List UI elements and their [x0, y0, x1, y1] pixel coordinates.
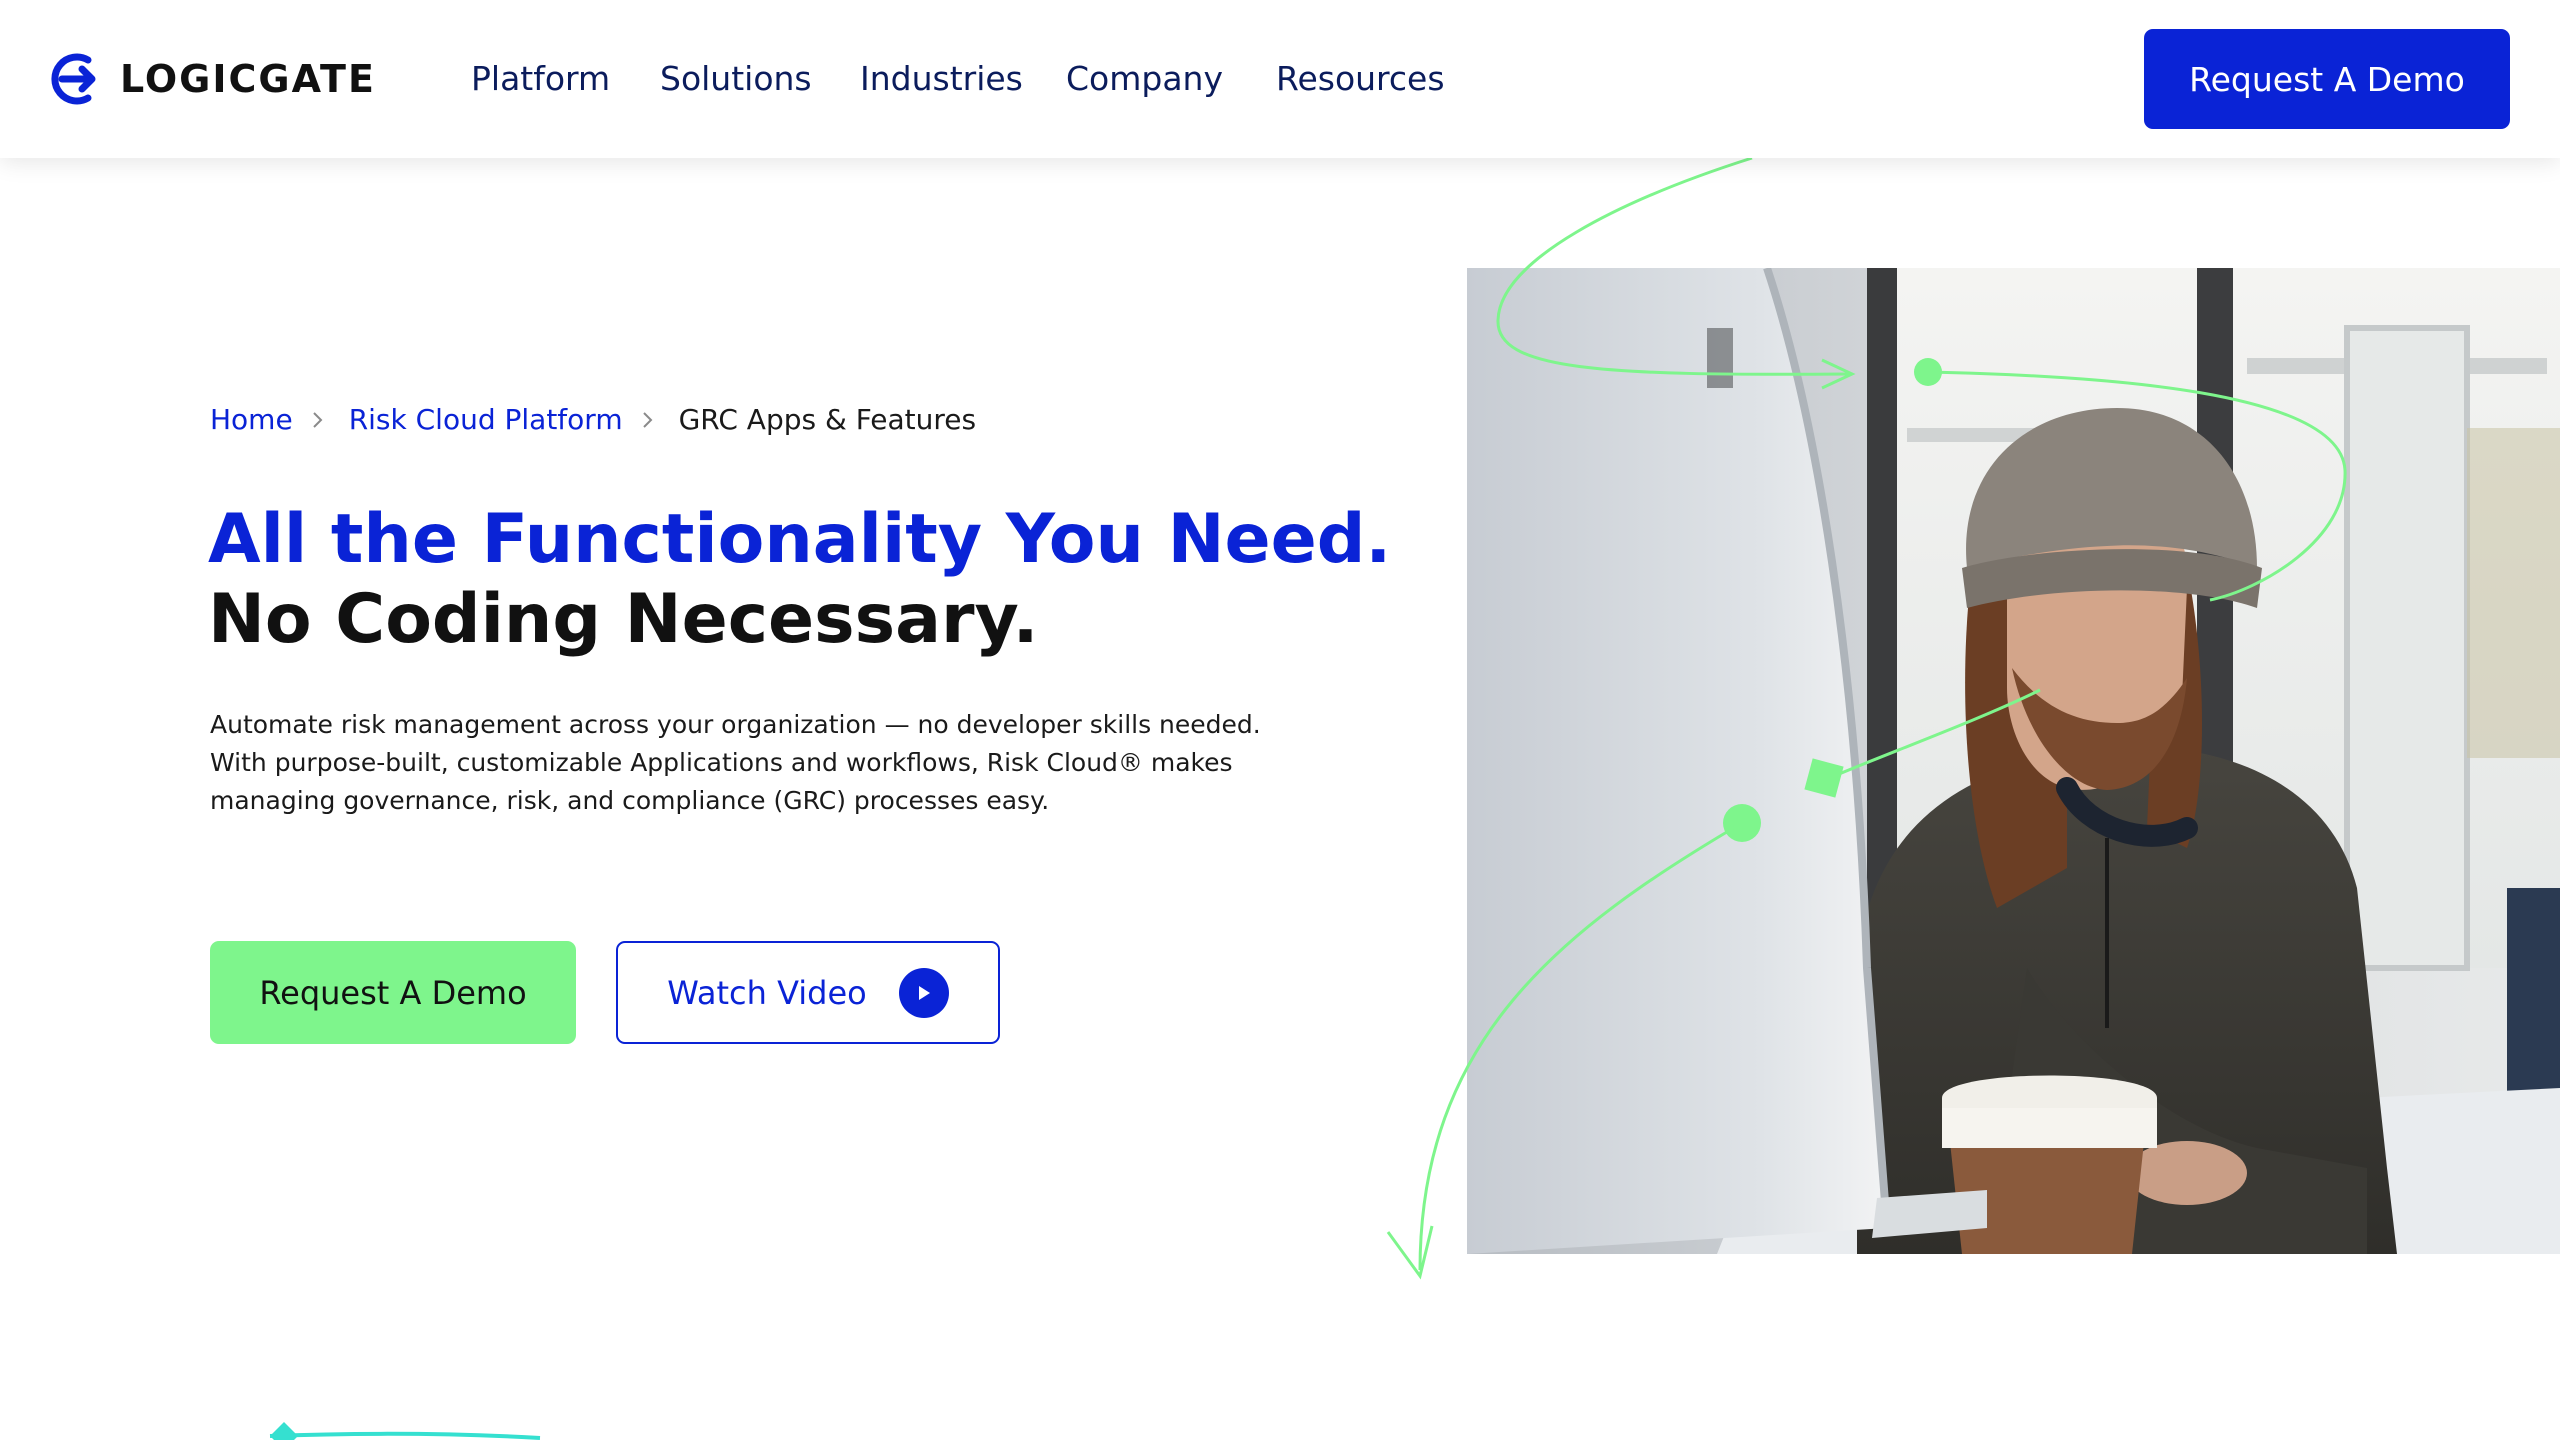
person-at-computer-illustration: [1467, 268, 2560, 1254]
hero-description-line-3: managing governance, risk, and complianc…: [210, 786, 1050, 815]
page-title: All the Functionality You Need. No Codin…: [208, 500, 1391, 660]
headline-line-1: All the Functionality You Need.: [208, 500, 1392, 579]
chevron-right-icon: [642, 400, 656, 440]
logo[interactable]: LOGICGATE: [48, 50, 376, 108]
hero-description-line-1: Automate risk management across your org…: [210, 710, 1261, 739]
hero-description-line-2: With purpose-built, customizable Applica…: [210, 748, 1233, 777]
hero-description: Automate risk management across your org…: [210, 706, 1290, 820]
site-header: LOGICGATE Platform Solutions Industries …: [0, 0, 2560, 158]
nav-industries[interactable]: Industries: [860, 56, 1023, 102]
breadcrumb-current: GRC Apps & Features: [678, 403, 977, 436]
watch-video-label: Watch Video: [667, 973, 867, 1012]
nav-resources[interactable]: Resources: [1276, 56, 1445, 102]
nav-platform[interactable]: Platform: [471, 56, 610, 102]
headline-line-2: No Coding Necessary.: [208, 580, 1039, 659]
logicgate-logo-icon: [51, 53, 96, 105]
hero-photo: [1467, 268, 2560, 1254]
breadcrumb-risk-cloud-platform[interactable]: Risk Cloud Platform: [349, 400, 623, 440]
request-demo-button[interactable]: Request A Demo: [210, 941, 576, 1044]
header-request-demo-button[interactable]: Request A Demo: [2144, 29, 2510, 129]
chevron-right-icon: [312, 400, 326, 440]
nav-company[interactable]: Company: [1066, 56, 1223, 102]
watch-video-button[interactable]: Watch Video: [616, 941, 1000, 1044]
breadcrumb-home[interactable]: Home: [210, 400, 293, 440]
request-demo-label: Request A Demo: [259, 973, 527, 1012]
play-icon: [898, 967, 949, 1018]
breadcrumb: Home Risk Cloud Platform GRC Apps & Feat…: [210, 400, 976, 440]
main-nav: Platform Solutions Industries Company Re…: [471, 56, 1505, 102]
logo-text: LOGICGATE: [120, 57, 376, 101]
nav-solutions[interactable]: Solutions: [660, 56, 812, 102]
